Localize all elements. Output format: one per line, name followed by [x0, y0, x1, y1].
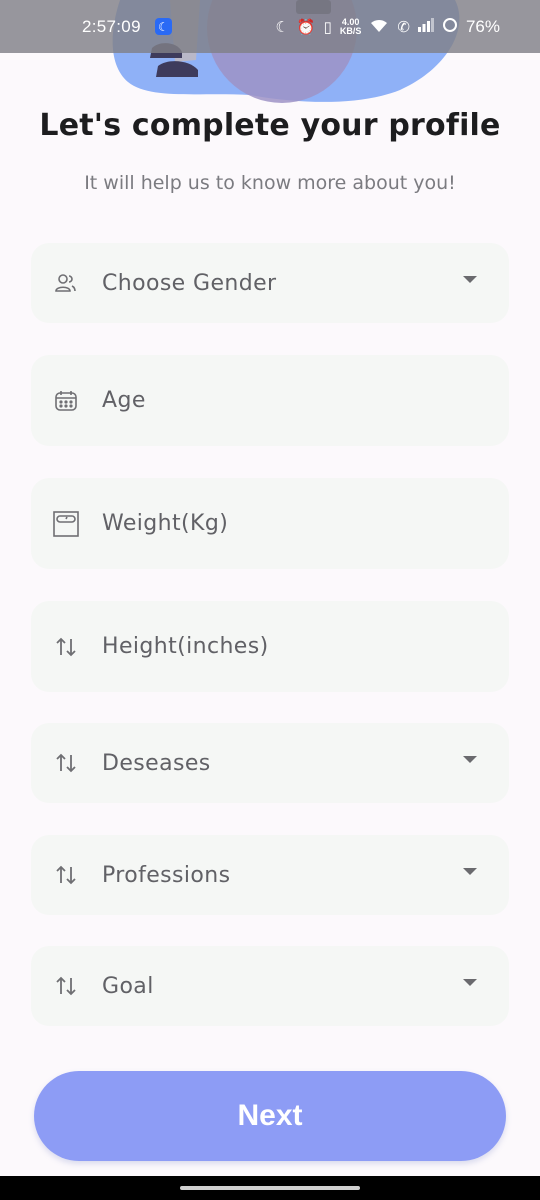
- goal-dropdown[interactable]: Goal: [31, 946, 509, 1026]
- weight-placeholder: Weight(Kg): [102, 511, 229, 536]
- gender-dropdown[interactable]: Choose Gender: [31, 243, 509, 323]
- height-input[interactable]: Height(inches): [31, 601, 509, 692]
- weight-input[interactable]: Weight(Kg): [31, 478, 509, 569]
- professions-dropdown[interactable]: Professions: [31, 835, 509, 915]
- users-icon: [53, 270, 79, 296]
- status-icons: ☾ ⏰ ▯ 4.00 KB/S ✆ 76%: [275, 17, 500, 37]
- alarm-icon: ⏰: [296, 18, 316, 36]
- age-placeholder: Age: [102, 388, 146, 413]
- swap-vertical-icon: [53, 973, 79, 999]
- page-title: Let's complete your profile: [39, 108, 501, 143]
- moon-app-icon: ☾: [154, 18, 172, 35]
- system-navigation-bar: [0, 1176, 540, 1200]
- height-placeholder: Height(inches): [102, 634, 269, 659]
- page-subtitle: It will help us to know more about you!: [84, 172, 456, 194]
- net-speed-unit: KB/S: [339, 25, 362, 36]
- do-not-disturb-icon: ☾: [275, 18, 289, 36]
- home-gesture-handle[interactable]: [180, 1186, 360, 1190]
- battery-level: 76%: [465, 16, 500, 36]
- battery-icon: [442, 17, 458, 37]
- calendar-icon: [53, 388, 79, 414]
- next-button[interactable]: Next: [34, 1071, 506, 1161]
- status-bar: 2:57:09 ☾ ☾ ⏰ ▯ 4.00 KB/S ✆ 76%: [0, 0, 540, 53]
- swap-vertical-icon: [53, 634, 79, 660]
- chevron-down-icon: [463, 275, 477, 283]
- status-time: 2:57:09: [82, 16, 141, 36]
- chevron-down-icon: [463, 867, 477, 875]
- gender-label: Choose Gender: [102, 270, 277, 296]
- professions-label: Professions: [102, 862, 231, 888]
- wifi-call-icon: ✆: [397, 18, 410, 36]
- wifi-icon: [369, 17, 389, 37]
- diseases-label: Deseases: [102, 750, 211, 776]
- age-input[interactable]: Age: [31, 355, 509, 446]
- scale-icon: [53, 510, 79, 537]
- diseases-dropdown[interactable]: Deseases: [31, 723, 509, 803]
- goal-label: Goal: [102, 973, 154, 999]
- signal-icon: [417, 17, 434, 36]
- swap-vertical-icon: [53, 862, 79, 888]
- chevron-down-icon: [463, 755, 477, 763]
- vibrate-icon: ▯: [323, 18, 332, 36]
- chevron-down-icon: [463, 978, 477, 986]
- swap-vertical-icon: [53, 750, 79, 776]
- net-speed: 4.00 KB/S: [339, 17, 362, 36]
